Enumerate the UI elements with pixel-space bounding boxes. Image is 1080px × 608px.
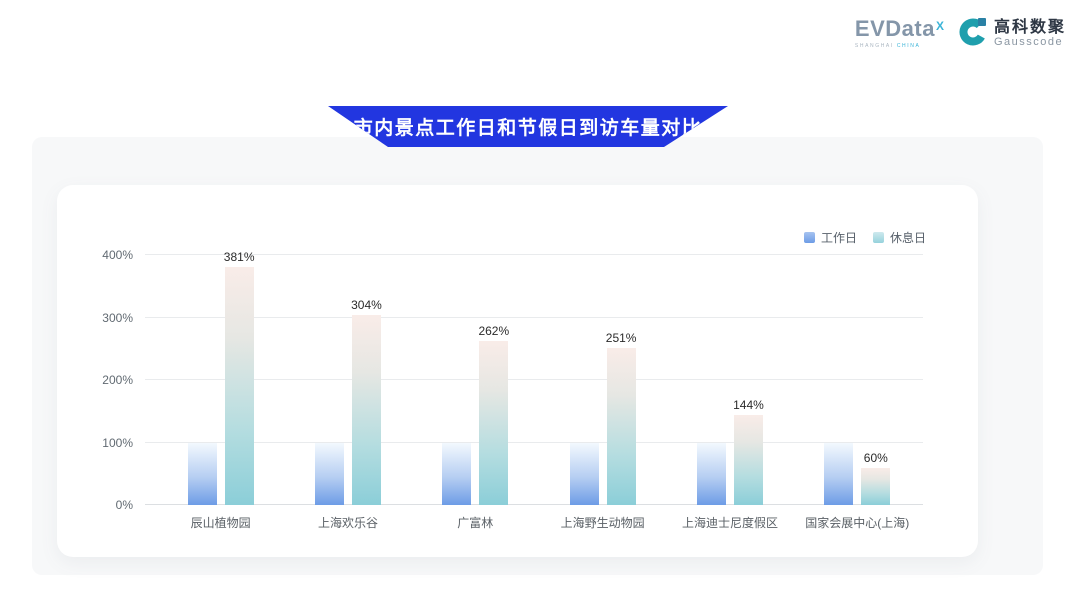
- gausscode-g-icon: [958, 16, 988, 51]
- evdata-x-mark: X: [936, 19, 944, 33]
- gausscode-texts: 高科数聚 Gausscode: [994, 19, 1066, 49]
- bar-group: 381%辰山植物园: [157, 255, 284, 505]
- x-axis-label: 广富林: [457, 514, 493, 531]
- y-axis-tick: 300%: [71, 310, 133, 326]
- x-axis-label: 上海迪士尼度假区: [682, 514, 778, 531]
- evdata-tagline-right: CHINA: [897, 43, 921, 49]
- header-logos: EVDataX SHANGHAI CHINA 高科数聚 Gausscode: [855, 16, 1066, 51]
- bar-workday: [570, 443, 599, 506]
- legend-item-workday[interactable]: 工作日: [804, 229, 857, 246]
- bar-value-label: 381%: [224, 250, 255, 264]
- chart-legend: 工作日 休息日: [804, 229, 926, 246]
- legend-marker-restday: [873, 232, 884, 243]
- chart-card: 工作日休息日 0%100%200%300%400% 381%辰山植物园304%上…: [57, 185, 978, 557]
- bar-group: 262%广富林: [412, 255, 539, 505]
- plot-area: 381%辰山植物园304%上海欢乐谷262%广富林251%上海野生动物园144%…: [145, 255, 923, 505]
- bar-restday: 60%: [861, 468, 890, 506]
- bar-workday: [188, 443, 217, 506]
- legend-label-workday: 工作日: [821, 229, 857, 246]
- bar-value-label: 262%: [478, 324, 509, 338]
- bar-value-label: 304%: [351, 298, 382, 312]
- x-axis-label: 上海欢乐谷: [318, 514, 378, 531]
- bar-workday: [442, 443, 471, 506]
- bar-workday: [315, 443, 344, 506]
- bar-restday: 262%: [479, 341, 508, 505]
- gausscode-logo: 高科数聚 Gausscode: [958, 16, 1066, 51]
- legend-label-restday: 休息日: [890, 229, 926, 246]
- chart-title-banner: 市内景点工作日和节假日到访车量对比: [328, 106, 728, 147]
- bar-restday: 381%: [225, 267, 254, 505]
- bar-groups: 381%辰山植物园304%上海欢乐谷262%广富林251%上海野生动物园144%…: [157, 255, 921, 505]
- bar-restday: 144%: [734, 415, 763, 505]
- legend-item-restday[interactable]: 休息日: [873, 229, 926, 246]
- bar-value-label: 144%: [733, 398, 764, 412]
- bar-group: 304%上海欢乐谷: [284, 255, 411, 505]
- evdata-wordmark: EVDataX: [855, 18, 944, 41]
- bar-workday: [824, 443, 853, 506]
- x-axis-label: 辰山植物园: [191, 514, 251, 531]
- bar-restday: 251%: [607, 348, 636, 505]
- bar-group: 60%国家会展中心(上海): [794, 255, 921, 505]
- bar-group: 144%上海迪士尼度假区: [666, 255, 793, 505]
- x-axis-label: 国家会展中心(上海): [805, 514, 909, 531]
- evdata-wordmark-text: EVData: [855, 16, 935, 41]
- y-axis-tick: 100%: [71, 435, 133, 451]
- bar-value-label: 60%: [864, 451, 888, 465]
- x-axis-label: 上海野生动物园: [561, 514, 645, 531]
- gausscode-name-cn: 高科数聚: [994, 19, 1066, 37]
- evdata-tagline-left: SHANGHAI: [855, 43, 894, 49]
- content-panel: 工作日休息日 0%100%200%300%400% 381%辰山植物园304%上…: [32, 137, 1043, 575]
- y-axis-tick: 400%: [71, 247, 133, 263]
- y-axis-tick: 200%: [71, 372, 133, 388]
- chart-title: 市内景点工作日和节假日到访车量对比: [354, 113, 703, 140]
- bar-value-label: 251%: [606, 331, 637, 345]
- evdata-logo: EVDataX SHANGHAI CHINA: [855, 18, 944, 49]
- bar-workday: [697, 443, 726, 506]
- gausscode-name-en: Gausscode: [994, 36, 1066, 48]
- y-axis: 0%100%200%300%400%: [71, 255, 133, 505]
- evdata-tagline: SHANGHAI CHINA: [855, 43, 920, 49]
- y-axis-tick: 0%: [71, 497, 133, 513]
- legend-marker-workday: [804, 232, 815, 243]
- bar-restday: 304%: [352, 315, 381, 505]
- bar-group: 251%上海野生动物园: [539, 255, 666, 505]
